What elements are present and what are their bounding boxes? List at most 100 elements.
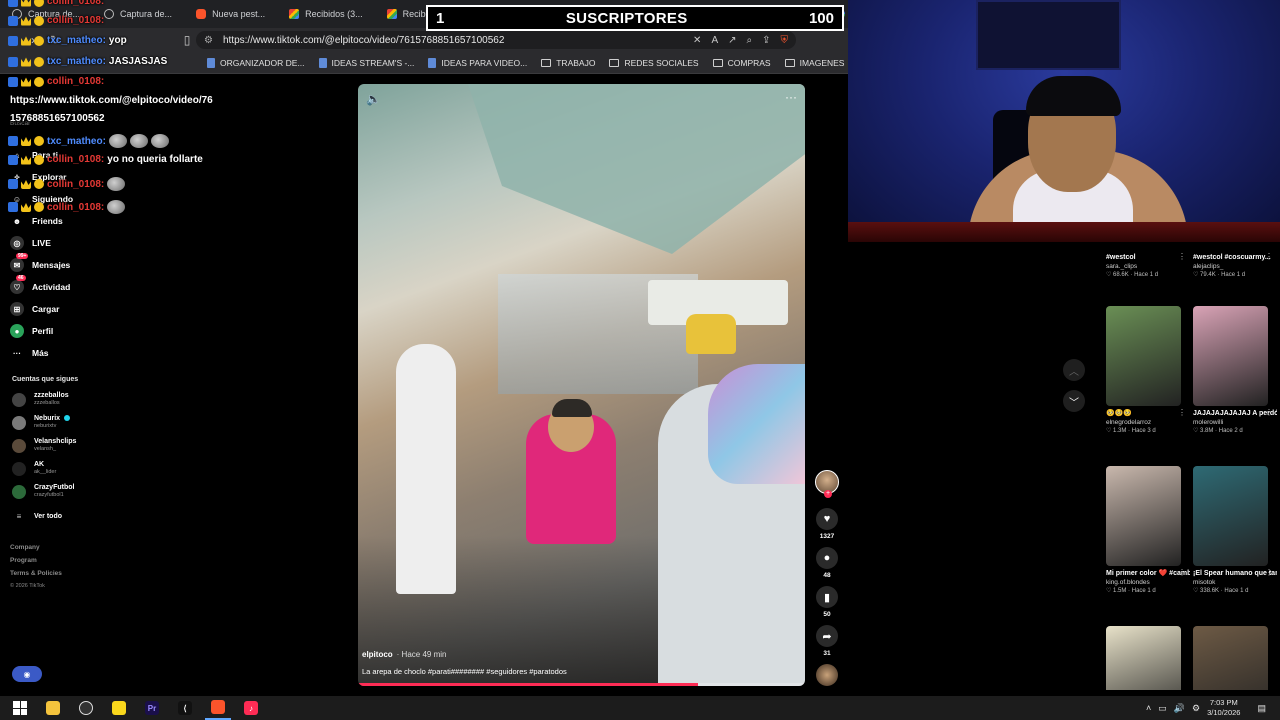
- chat-username[interactable]: collin_0108:: [47, 15, 104, 26]
- more-options-icon[interactable]: ···: [785, 90, 797, 104]
- comment-button[interactable]: ● 48: [815, 547, 839, 579]
- network-icon[interactable]: ▭: [1158, 703, 1167, 714]
- feed-video-card[interactable]: [1193, 626, 1277, 690]
- capcut-icon[interactable]: ⟨: [178, 701, 192, 715]
- more-vertical-icon[interactable]: ⋮: [1178, 568, 1186, 577]
- following-account[interactable]: Velanshclips velansh_: [12, 438, 76, 453]
- taskbar-obs[interactable]: [73, 696, 99, 720]
- volume-tray-icon[interactable]: 🔊: [1174, 703, 1185, 714]
- footer-link[interactable]: Company: [10, 544, 40, 551]
- brave-shield-icon[interactable]: ⛨: [781, 35, 789, 46]
- chat-username[interactable]: collin_0108:: [47, 0, 104, 7]
- chat-username[interactable]: collin_0108:: [47, 154, 104, 165]
- chat-username[interactable]: collin_0108:: [47, 202, 104, 213]
- bookmark-item[interactable]: COMPRAS: [706, 58, 778, 68]
- translate-icon[interactable]: A: [711, 35, 718, 46]
- sidebar-item-cargar[interactable]: ⊞ Cargar: [10, 302, 59, 316]
- bookmark-item[interactable]: ORGANIZADOR DE...: [200, 57, 312, 68]
- video-author-name[interactable]: elpitoco: [362, 650, 393, 659]
- sidebar-item-live[interactable]: ◎ LIVE: [10, 236, 51, 250]
- following-account[interactable]: AK ak__lider: [12, 461, 56, 476]
- feed-thumbnail[interactable]: [1193, 626, 1268, 690]
- bookmark-save-icon[interactable]: ▮: [816, 586, 838, 608]
- bookmark-item[interactable]: IDEAS PARA VIDEO...: [421, 57, 534, 68]
- more-vertical-icon[interactable]: ⋮: [1265, 568, 1273, 577]
- following-account[interactable]: CrazyFutbol crazyfutbol1: [12, 484, 74, 499]
- share-button[interactable]: ➦ 31: [815, 625, 839, 657]
- feed-video-card[interactable]: #westcol #coscuarmy... alejaclips_ ♡ 79.4K…: [1193, 242, 1277, 280]
- share-arrow-icon[interactable]: ➦: [816, 625, 838, 647]
- sidebar-item-mensajes[interactable]: ✉ Mensajes 99+: [10, 253, 70, 272]
- feed-video-card[interactable]: ¡El Spear humano que tanto...misotok♡ 33…: [1193, 466, 1277, 596]
- taskbar-premiere[interactable]: Pr: [139, 696, 165, 720]
- avatar[interactable]: [12, 415, 26, 430]
- clock[interactable]: 7:03 PM 3/10/2026: [1207, 698, 1240, 718]
- volume-icon[interactable]: 🔈: [366, 92, 381, 106]
- bookmark-item[interactable]: IDEAS STREAM'S -...: [312, 57, 422, 68]
- like-button[interactable]: ♥ 1327: [815, 508, 839, 540]
- bookmark-item[interactable]: REDES SOCIALES: [602, 58, 705, 68]
- footer-link[interactable]: Program: [10, 557, 37, 564]
- feed-video-card[interactable]: 🥺🥺🥺 elnegrodelarroz ♡ 1.3M · Hace 3 d ⋮: [1106, 306, 1190, 436]
- browser-tab[interactable]: Nueva pest...: [184, 0, 277, 28]
- footer-link[interactable]: Terms & Policies: [10, 570, 62, 577]
- see-all-link[interactable]: ≡ Ver todo: [12, 512, 62, 521]
- discord-overlay-icon[interactable]: ◉: [12, 666, 42, 682]
- browser-tab[interactable]: Recibidos (3...: [277, 0, 375, 28]
- feed-user[interactable]: sara._clips: [1106, 262, 1190, 271]
- comment-icon[interactable]: ●: [816, 547, 838, 569]
- tiktok-icon[interactable]: ♪: [244, 701, 258, 715]
- video-player[interactable]: 🔈 ··· elpitoco · Hace 49 min La arepa de …: [358, 84, 805, 686]
- feed-video-card[interactable]: #westcol sara._clips ♡ 68.6K · Hace 1 d ⋮: [1106, 242, 1190, 280]
- feed-video-card[interactable]: Mi primer color ❤️ #cambiodelook...king.…: [1106, 466, 1190, 596]
- start-button[interactable]: [7, 696, 33, 720]
- feed-video-card[interactable]: [1106, 626, 1190, 690]
- avatar[interactable]: [12, 438, 26, 453]
- sidebar-item-friends[interactable]: ☻ Friends: [10, 214, 63, 228]
- more-vertical-icon[interactable]: ⋮: [1178, 408, 1186, 417]
- following-account[interactable]: Neburix neburixtv: [12, 415, 70, 430]
- previous-video-button[interactable]: ︿: [1063, 359, 1085, 381]
- open-in-app-icon[interactable]: ↗: [728, 35, 736, 46]
- chat-username[interactable]: collin_0108:: [47, 76, 104, 87]
- feed-thumbnail[interactable]: [1193, 306, 1268, 406]
- next-video-button[interactable]: ﹀: [1063, 390, 1085, 412]
- feed-user[interactable]: alejaclips_: [1193, 262, 1277, 271]
- video-progress-bar[interactable]: [358, 683, 805, 686]
- avatar[interactable]: [12, 461, 26, 476]
- music-disc-button[interactable]: [815, 664, 839, 686]
- taskbar-brave[interactable]: [205, 696, 231, 720]
- feed-thumbnail[interactable]: [1193, 466, 1268, 566]
- windows-icon[interactable]: [13, 701, 27, 715]
- site-settings-icon[interactable]: ⚙: [204, 35, 213, 46]
- share-icon[interactable]: ⇪: [762, 35, 770, 46]
- chat-username[interactable]: txc_matheo:: [47, 136, 106, 147]
- author-avatar-button[interactable]: +: [815, 470, 839, 498]
- feed-user[interactable]: molerowilli: [1193, 418, 1277, 427]
- premiere-icon[interactable]: Pr: [145, 701, 159, 715]
- feed-thumbnail[interactable]: [1106, 466, 1181, 566]
- bookmark-item[interactable]: TRABAJO: [534, 58, 602, 68]
- chat-username[interactable]: txc_matheo:: [47, 56, 106, 67]
- taskbar-file-explorer[interactable]: [40, 696, 66, 720]
- settings-tray-icon[interactable]: ⚙: [1192, 703, 1200, 714]
- zoom-icon[interactable]: ⌕: [747, 35, 753, 46]
- sticky-notes-icon[interactable]: [112, 701, 126, 715]
- video-author[interactable]: elpitoco · Hace 49 min: [362, 650, 446, 659]
- obs-icon[interactable]: [79, 701, 93, 715]
- chat-username[interactable]: collin_0108:: [47, 179, 104, 190]
- notifications-icon[interactable]: ▤: [1257, 703, 1266, 714]
- sidebar-item-perfil[interactable]: ● Perfil: [10, 324, 53, 338]
- save-button[interactable]: ▮ 50: [815, 586, 839, 618]
- feed-video-card[interactable]: JAJAJAJAJAJAJ A perdón Ruth...molerowill…: [1193, 306, 1277, 436]
- heart-icon[interactable]: ♥: [816, 508, 838, 530]
- bookmark-icon[interactable]: ▯: [176, 29, 198, 51]
- music-disc-icon[interactable]: [816, 664, 838, 686]
- brave-icon[interactable]: [211, 700, 225, 714]
- feed-user[interactable]: misotok: [1193, 578, 1277, 587]
- file-explorer-icon[interactable]: [46, 701, 60, 715]
- more-vertical-icon[interactable]: ⋮: [1265, 252, 1273, 261]
- feed-thumbnail[interactable]: [1106, 306, 1181, 406]
- chat-username[interactable]: txc_matheo:: [47, 35, 106, 46]
- taskbar-sticky-notes[interactable]: [106, 696, 132, 720]
